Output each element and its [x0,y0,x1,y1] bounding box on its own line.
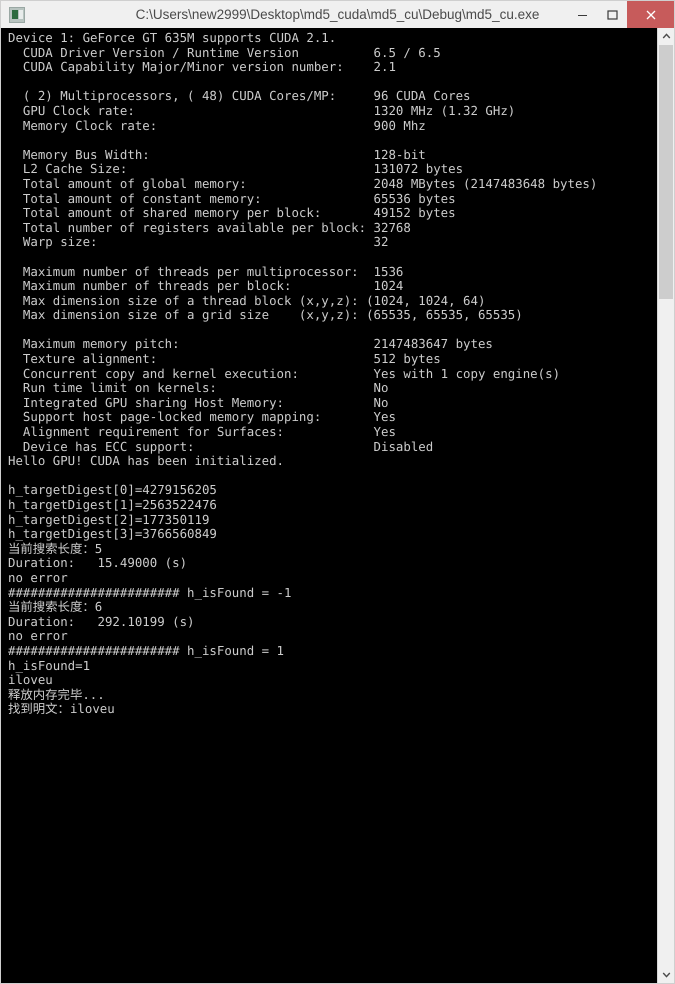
console-app-icon [9,6,25,23]
console-area: Device 1: GeForce GT 635M supports CUDA … [0,28,675,984]
console-window: C:\Users\new2999\Desktop\md5_cuda\md5_cu… [0,0,675,984]
close-button[interactable] [627,1,674,29]
title-bar[interactable]: C:\Users\new2999\Desktop\md5_cuda\md5_cu… [0,0,675,29]
caption-button-group [567,1,674,29]
scrollbar-track[interactable] [658,45,674,966]
chevron-down-icon [662,972,670,978]
vertical-scrollbar[interactable] [657,28,674,983]
maximize-button[interactable] [597,1,627,29]
scrollbar-thumb[interactable] [659,45,673,299]
scroll-up-button[interactable] [658,28,674,45]
console-output-text[interactable]: Device 1: GeForce GT 635M supports CUDA … [1,28,657,983]
chevron-up-icon [662,33,670,39]
scroll-down-button[interactable] [658,966,674,983]
minimize-button[interactable] [567,1,597,29]
